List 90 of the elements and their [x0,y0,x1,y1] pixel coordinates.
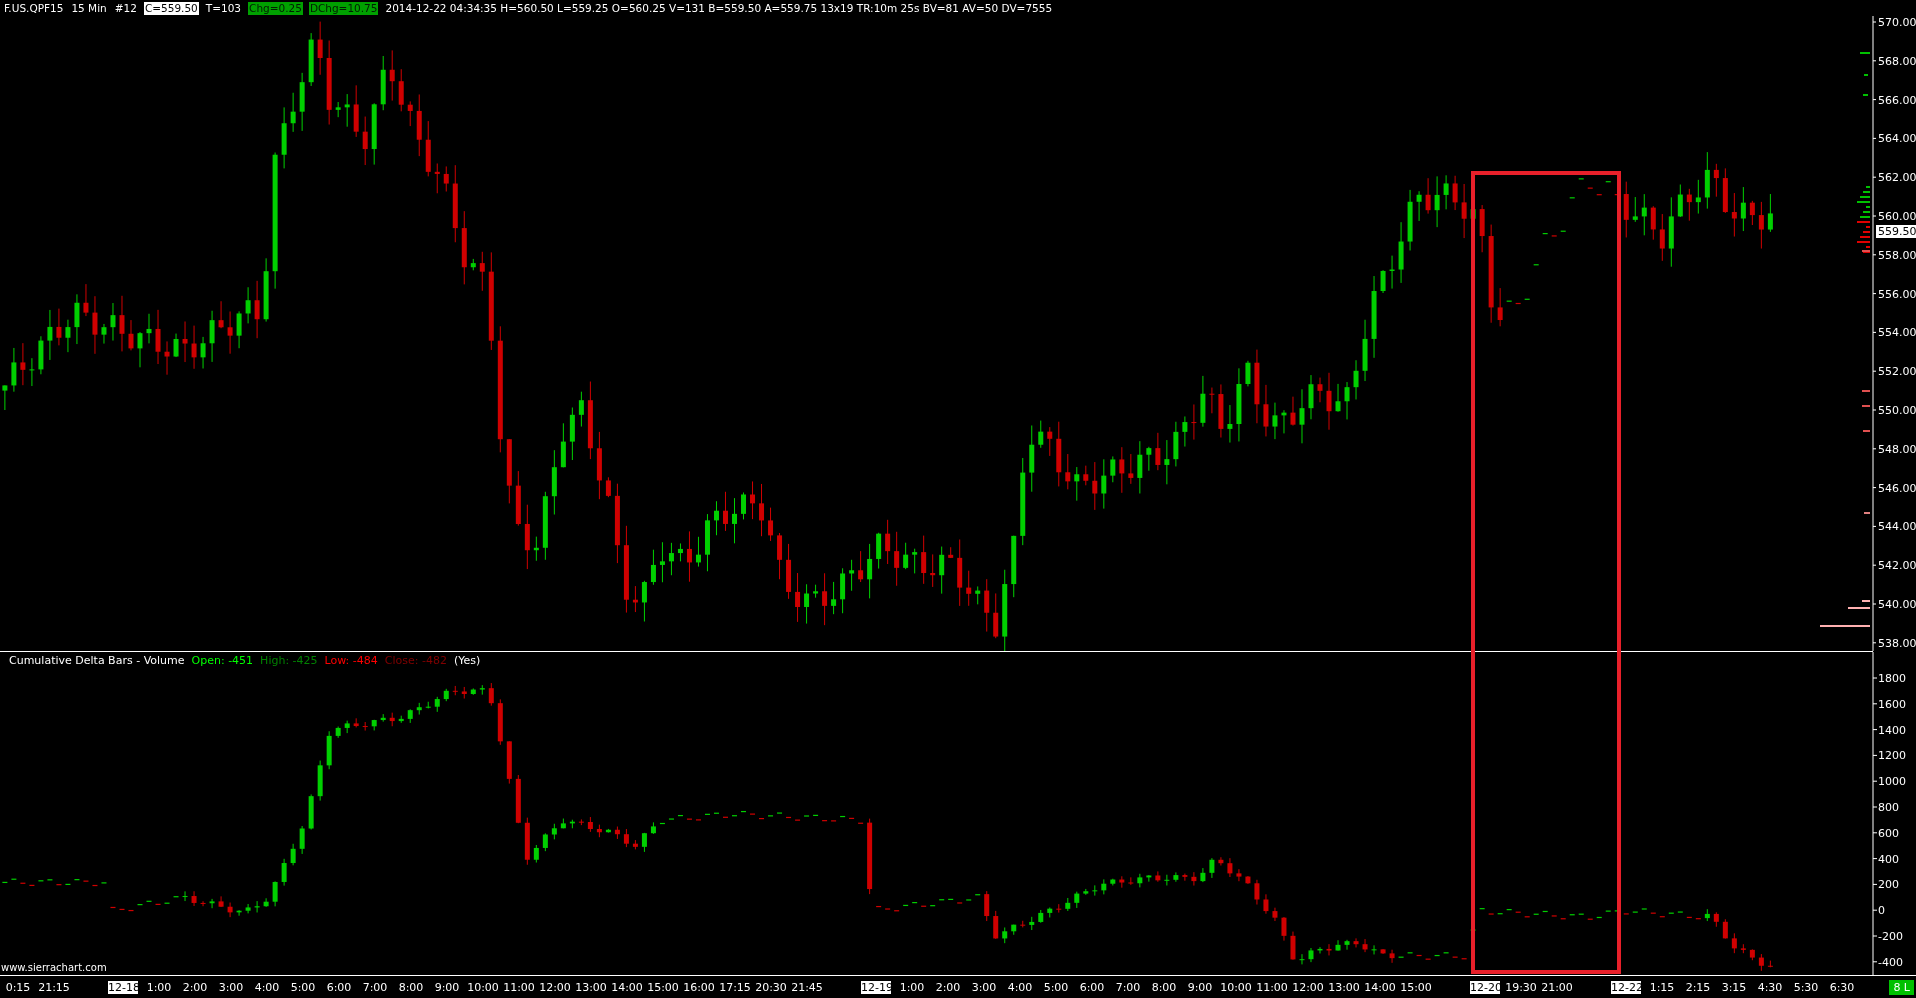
price-axis-label: 560.00 [1878,210,1916,223]
time-label: 7:00 [361,980,389,994]
indicator-title-text: High: -425 [260,654,318,667]
indicator-axis-label: 200 [1878,878,1899,892]
price-axis-label: 552.00 [1878,365,1916,379]
time-label: 2:15 [1684,980,1712,994]
indicator-axis-label: 1000 [1878,775,1906,789]
time-label: 2:00 [181,980,209,994]
time-label: 21:00 [1540,980,1574,994]
time-label: 12:00 [1291,980,1325,994]
time-label: 5:30 [1792,980,1820,994]
time-label: 4:30 [1756,980,1784,994]
time-label: 8:00 [397,980,425,994]
time-label: 16:00 [682,980,716,994]
time-label: 9:00 [1186,980,1214,994]
time-label: 3:00 [217,980,245,994]
time-label: 6:00 [325,980,353,994]
price-axis-label: 538.00 [1878,636,1916,650]
indicator-title-text: Close: -482 [384,654,447,667]
time-label: 2:00 [934,980,962,994]
price-axis-label: 564.00 [1878,132,1916,146]
price-axis-label: 562.00 [1878,171,1916,185]
time-label: 21:45 [790,980,824,994]
time-label: 7:00 [1114,980,1142,994]
time-label: 11:00 [1255,980,1289,994]
price-axis-label: 558.00 [1878,248,1916,262]
price-axis-label: 550.00 [1878,404,1916,417]
chart-info-text: 2014-12-22 04:34:35 H=560.50 L=559.25 O=560.25 V=131 B=559.50 A=559.75 13x19 TR:10m 25s BV=81 AV=50 DV=7555 [384,1,1054,15]
price-axis-label: 544.00 [1878,520,1916,534]
indicator-axis-label: -400 [1878,955,1903,969]
chart-info-text: T=103 [204,1,243,15]
time-label: 1:15 [1648,980,1676,994]
indicator-axis-label: 600 [1878,826,1899,840]
time-label: 17:15 [718,980,752,994]
indicator-axis-label: 800 [1878,801,1899,814]
chart-info-text: 15 Min [70,1,108,15]
chart-info-text: #12 [113,1,138,15]
indicator-axis-label: -200 [1878,930,1903,943]
time-label: 19:30 [1504,980,1538,994]
time-label: 12:00 [538,980,572,994]
price-axis-label: 568.00 [1878,54,1916,68]
time-label: 5:00 [1042,980,1070,994]
current-price-label: 559.50 [1876,225,1916,238]
indicator-axis-label: 400 [1878,852,1899,866]
time-label: 4:00 [1006,980,1034,994]
time-label: 3:15 [1720,980,1748,994]
chart-info-text: F.US.QPF15 [3,1,65,15]
chart-info-text: Chg=0.25 [248,1,303,15]
time-label: 1:00 [145,980,173,994]
time-label: 15:00 [1399,980,1433,994]
indicator-axis-label: 0 [1878,904,1885,918]
time-label: 14:00 [1363,980,1397,994]
price-axis-label: 570.00 [1878,16,1916,29]
time-label: 3:00 [970,980,998,994]
time-label: 0:15 [4,980,32,994]
time-label: 5:00 [289,980,317,994]
time-label: 6:00 [1078,980,1106,994]
indicator-title-text: (Yes) [453,654,481,667]
indicator-title-text: Cumulative Delta Bars - Volume [9,654,185,667]
time-label: 21:15 [37,980,71,994]
price-axis-label: 556.00 [1878,287,1916,301]
time-label: 20:30 [754,980,788,994]
price-axis-label: 554.00 [1878,326,1916,340]
time-label: 1:00 [898,980,926,994]
website-text: www.sierrachart.com [1,962,107,973]
time-label: 4:00 [253,980,281,994]
time-label: 8:00 [1150,980,1178,994]
chart-info-text: DChg=10.75 [308,1,379,15]
chart-info-text: C=559.50 [143,1,199,15]
time-label: 13:00 [574,980,608,994]
time-label: 15:00 [646,980,680,994]
price-axis-label: 540.00 [1878,598,1916,611]
price-axis-label: 546.00 [1878,481,1916,495]
indicator-axis-label: 1200 [1878,749,1906,763]
time-label: 9:00 [433,980,461,994]
price-axis-label: 542.00 [1878,559,1916,573]
indicator-title-text: Open: -451 [191,654,254,667]
indicator-axis-label: 1800 [1878,672,1906,685]
time-label: 13:00 [1327,980,1361,994]
indicator-title-text: Low: -484 [324,654,378,667]
time-label: 6:30 [1828,980,1856,994]
price-axis-label: 548.00 [1878,442,1916,456]
time-label: 10:00 [466,980,500,994]
indicator-axis-label: 1400 [1878,723,1906,737]
time-label: 14:00 [610,980,644,994]
price-axis-label: 566.00 [1878,93,1916,107]
indicator-axis-label: 1600 [1878,697,1906,711]
time-label: 10:00 [1219,980,1253,994]
status-badge: 8 L [1889,980,1914,995]
time-label: 11:00 [502,980,536,994]
